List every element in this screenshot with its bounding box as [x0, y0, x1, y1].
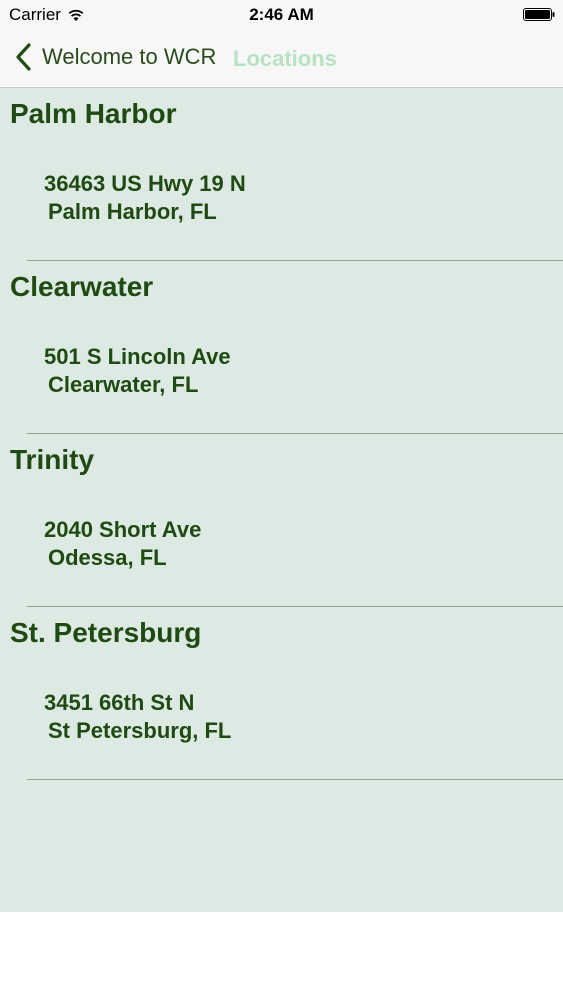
locations-list: Palm Harbor 36463 US Hwy 19 N Palm Harbo…	[0, 88, 563, 912]
battery-icon	[523, 8, 555, 21]
location-row-clearwater[interactable]: Clearwater 501 S Lincoln Ave Clearwater,…	[0, 261, 563, 434]
screen: Carrier 2:46 AM Welcome to WCR Locations…	[0, 0, 563, 1000]
location-city: Odessa, FL	[48, 545, 167, 570]
location-name: St. Petersburg	[10, 617, 202, 648]
location-city: Palm Harbor, FL	[48, 199, 217, 224]
location-address: 36463 US Hwy 19 N	[44, 171, 246, 196]
location-row-st-petersburg[interactable]: St. Petersburg 3451 66th St N St Petersb…	[0, 607, 563, 780]
back-button[interactable]: Welcome to WCR	[14, 42, 216, 72]
location-row-palm-harbor[interactable]: Palm Harbor 36463 US Hwy 19 N Palm Harbo…	[0, 88, 563, 261]
row-divider	[27, 779, 563, 780]
status-time: 2:46 AM	[249, 5, 314, 24]
location-city: St Petersburg, FL	[48, 718, 232, 743]
location-name: Clearwater	[10, 271, 154, 302]
location-address: 2040 Short Ave	[44, 517, 202, 542]
back-button-label: Welcome to WCR	[42, 44, 217, 69]
chevron-left-icon	[16, 43, 31, 71]
location-name: Palm Harbor	[10, 98, 177, 129]
location-name: Trinity	[10, 444, 95, 475]
location-address: 501 S Lincoln Ave	[44, 344, 231, 369]
page-title: Locations	[233, 46, 337, 71]
location-city: Clearwater, FL	[48, 372, 199, 397]
location-row-trinity[interactable]: Trinity 2040 Short Ave Odessa, FL	[0, 434, 563, 607]
status-bar: Carrier 2:46 AM	[0, 0, 563, 30]
location-address: 3451 66th St N	[44, 690, 195, 715]
navigation-bar: Welcome to WCR Locations	[0, 30, 563, 88]
